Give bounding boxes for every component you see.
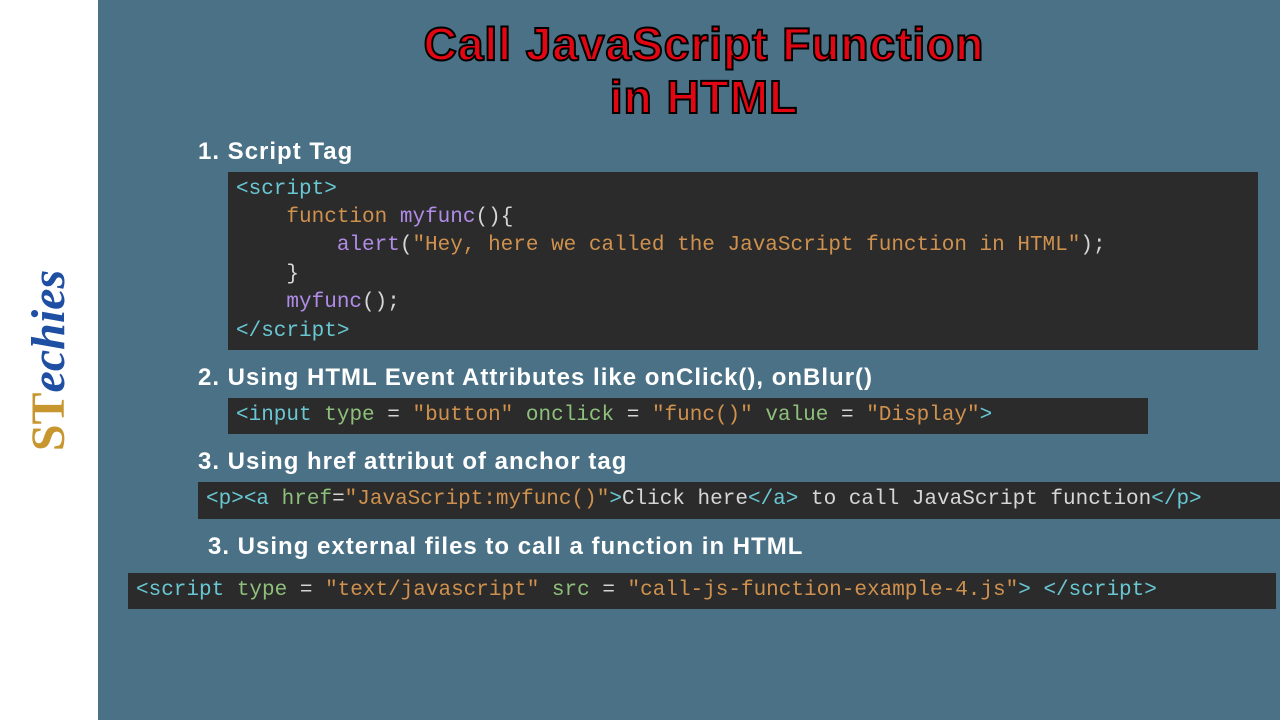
page-title: Call JavaScript Function in HTML bbox=[118, 18, 1280, 124]
logo-part-1: ST bbox=[23, 392, 76, 451]
main-content: Call JavaScript Function in HTML 1. Scri… bbox=[98, 0, 1280, 720]
section-2-heading: 2. Using HTML Event Attributes like onCl… bbox=[198, 364, 1280, 392]
logo: STechies bbox=[22, 269, 77, 450]
code-block-1: <script> function myfunc(){ alert("Hey, … bbox=[228, 172, 1258, 350]
code-block-3: <p><a href="JavaScript:myfunc()">Click h… bbox=[198, 482, 1280, 518]
section-1-heading: 1. Script Tag bbox=[198, 138, 1280, 166]
section-3-heading: 3. Using href attribut of anchor tag bbox=[198, 448, 1280, 476]
section-4-heading: 3. Using external files to call a functi… bbox=[208, 533, 1280, 561]
code-block-2: <input type = "button" onclick = "func()… bbox=[228, 398, 1148, 434]
title-line-1: Call JavaScript Function bbox=[424, 18, 985, 70]
sidebar: STechies bbox=[0, 0, 98, 720]
title-line-2: in HTML bbox=[610, 71, 798, 123]
logo-part-2: echies bbox=[23, 269, 76, 392]
code-block-4: <script type = "text/javascript" src = "… bbox=[128, 573, 1276, 609]
